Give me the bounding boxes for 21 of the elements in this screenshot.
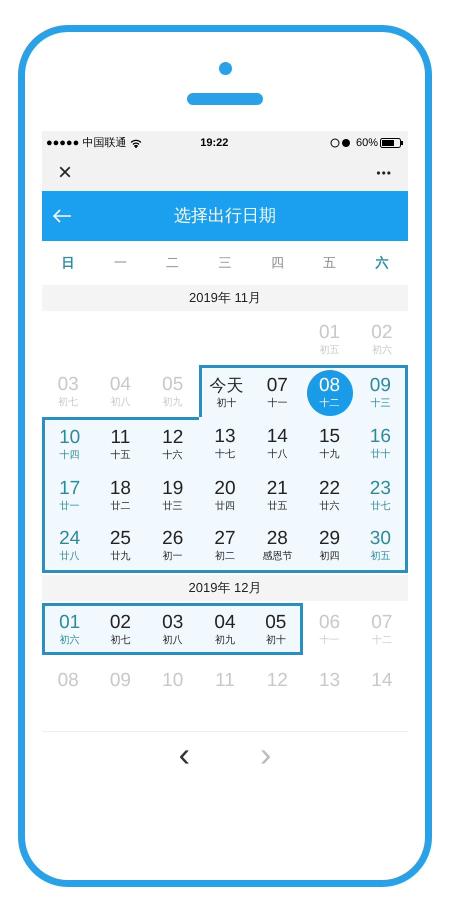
weekday-label: 四: [270, 254, 285, 272]
month-header: 2019年 12月: [42, 575, 408, 601]
back-icon[interactable]: [52, 208, 72, 224]
month-header: 2019年 11月: [42, 285, 408, 311]
previous-button[interactable]: ‹: [178, 738, 190, 772]
battery-icon: [380, 138, 404, 148]
more-button[interactable]: •••: [376, 164, 392, 182]
weekday-label: 日: [60, 254, 76, 272]
weekday-label: 六: [374, 254, 390, 272]
weekday-label: 五: [322, 254, 338, 272]
close-button[interactable]: ×: [58, 161, 72, 185]
time-label: 19:22: [200, 136, 228, 151]
wifi-icon: [130, 138, 142, 148]
carrier-label: ●●●●● 中国联通: [46, 136, 126, 151]
camera-icon: [218, 62, 232, 75]
weekday-label: 二: [165, 254, 180, 272]
battery-label: 60%: [356, 136, 378, 151]
speaker-icon: [187, 93, 263, 105]
page-title: 选择出行日期: [173, 205, 277, 228]
weekday-label: 一: [112, 254, 128, 272]
weekday-label: 三: [217, 254, 232, 272]
